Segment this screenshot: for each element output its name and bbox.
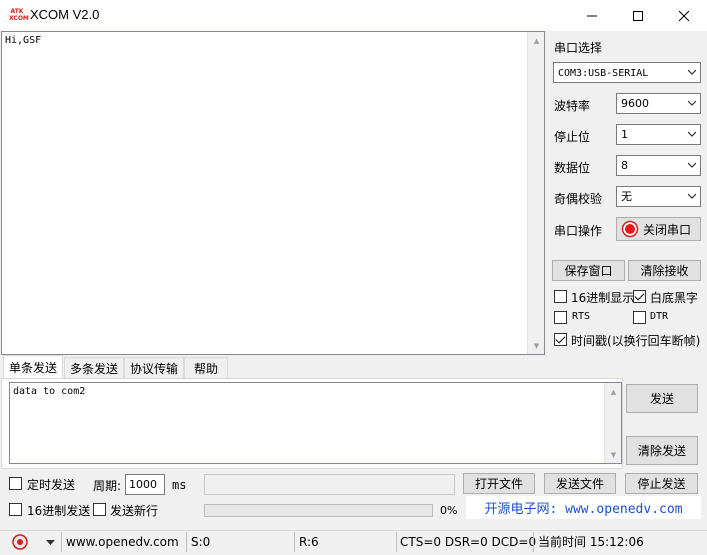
receive-scrollbar[interactable]: ▲ ▼ [527,32,544,354]
maximize-icon [633,10,643,21]
clear-receive-button[interactable]: 清除接收 [628,260,701,281]
chevron-down-icon [688,131,696,137]
tab-help[interactable]: 帮助 [184,357,228,378]
period-input[interactable]: 1000 [125,474,165,495]
chevron-down-icon [688,193,696,199]
rts-label: RTS [572,311,591,322]
timed-send-checkbox[interactable] [9,477,22,490]
send-file-button[interactable]: 发送文件 [544,473,616,494]
close-port-label: 关闭串口 [643,222,692,237]
data-bits-select[interactable]: 8 [616,155,701,176]
status-separator [61,532,62,552]
timed-send-label: 定时发送 [27,478,76,492]
baud-select[interactable]: 9600 [616,93,701,114]
newline-label: 发送新行 [110,504,159,518]
chevron-down-icon [688,69,696,75]
dtr-checkbox[interactable] [633,311,646,324]
parity-select[interactable]: 无 [616,186,701,207]
hex-send-label: 16进制发送 [27,504,91,518]
send-progress-bar [204,504,433,517]
stop-bits-select[interactable]: 1 [616,124,701,145]
send-scrollbar[interactable]: ▲ ▼ [604,383,621,463]
minimize-icon [587,15,597,16]
white-bg-checkbox[interactable] [633,290,646,303]
timestamp-label: 时间戳(以换行回车断帧) [571,334,701,348]
rts-checkbox[interactable] [554,311,567,324]
period-unit: ms [172,478,187,492]
dropdown-arrow-icon[interactable] [46,540,55,546]
tab-multi-send[interactable]: 多条发送 [64,357,124,378]
file-path-field[interactable] [204,474,455,495]
newline-checkbox[interactable] [93,503,106,516]
hex-display-label: 16进制显示 [571,291,635,305]
maximize-button[interactable] [615,0,661,31]
status-separator [294,532,295,552]
minimize-button[interactable] [569,0,615,31]
scroll-down-icon[interactable]: ▼ [528,337,545,354]
receive-text: Hi,GSF [5,35,42,46]
baud-value: 9600 [621,97,649,110]
save-window-button[interactable]: 保存窗口 [552,260,625,281]
settings-gear-icon[interactable] [12,534,28,550]
baud-label: 波特率 [554,99,591,113]
stop-bits-label: 停止位 [554,130,591,144]
stop-send-button[interactable]: 停止发送 [625,473,698,494]
stop-bits-value: 1 [621,128,628,141]
status-time: 当前时间 15:12:06 [538,535,644,549]
scroll-up-icon[interactable]: ▲ [605,383,622,400]
period-label: 周期: [93,479,122,493]
port-operation-label: 串口操作 [554,224,603,238]
send-text: data to com2 [13,386,86,397]
status-sent-count: S:0 [191,535,211,549]
status-url[interactable]: www.openedv.com [66,533,179,551]
status-modem-lines: CTS=0 DSR=0 DCD=0 [400,535,537,549]
close-button[interactable] [661,0,707,31]
tab-protocol[interactable]: 协议传输 [124,357,184,378]
record-icon [621,220,639,238]
status-separator [186,532,187,552]
hex-send-checkbox[interactable] [9,503,22,516]
chevron-down-icon [688,100,696,106]
port-select[interactable]: COM3:USB-SERIAL [553,62,701,83]
scroll-up-icon[interactable]: ▲ [528,32,545,49]
progress-percent: 0% [440,504,458,517]
chevron-down-icon [688,162,696,168]
scroll-down-icon[interactable]: ▼ [605,446,622,463]
tab-single-send[interactable]: 单条发送 [3,355,63,378]
port-label: 串口选择 [554,41,603,55]
clear-send-button[interactable]: 清除发送 [626,436,698,465]
dtr-label: DTR [650,311,669,322]
parity-label: 奇偶校验 [554,192,603,206]
open-file-button[interactable]: 打开文件 [463,473,535,494]
hex-display-checkbox[interactable] [554,290,567,303]
timestamp-checkbox[interactable] [554,333,567,346]
close-port-button[interactable]: 关闭串口 [616,217,701,241]
status-separator [533,532,534,552]
status-received-count: R:6 [299,535,319,549]
close-icon [679,10,689,21]
receive-area[interactable]: Hi,GSF ▲ ▼ [1,31,545,355]
data-bits-label: 数据位 [554,161,591,175]
port-value: COM3:USB-SERIAL [558,68,649,79]
data-bits-value: 8 [621,159,628,172]
send-input[interactable]: data to com2 ▲ ▼ [9,382,622,464]
send-button[interactable]: 发送 [626,384,698,413]
website-banner[interactable]: 开源电子网: www.openedv.com [466,496,701,519]
parity-value: 无 [621,190,632,203]
xcom-logo-icon: ATK XCOM [9,8,29,22]
status-separator [396,532,397,552]
window-title: XCOM V2.0 [30,7,100,22]
white-bg-label: 白底黑字 [650,291,699,305]
